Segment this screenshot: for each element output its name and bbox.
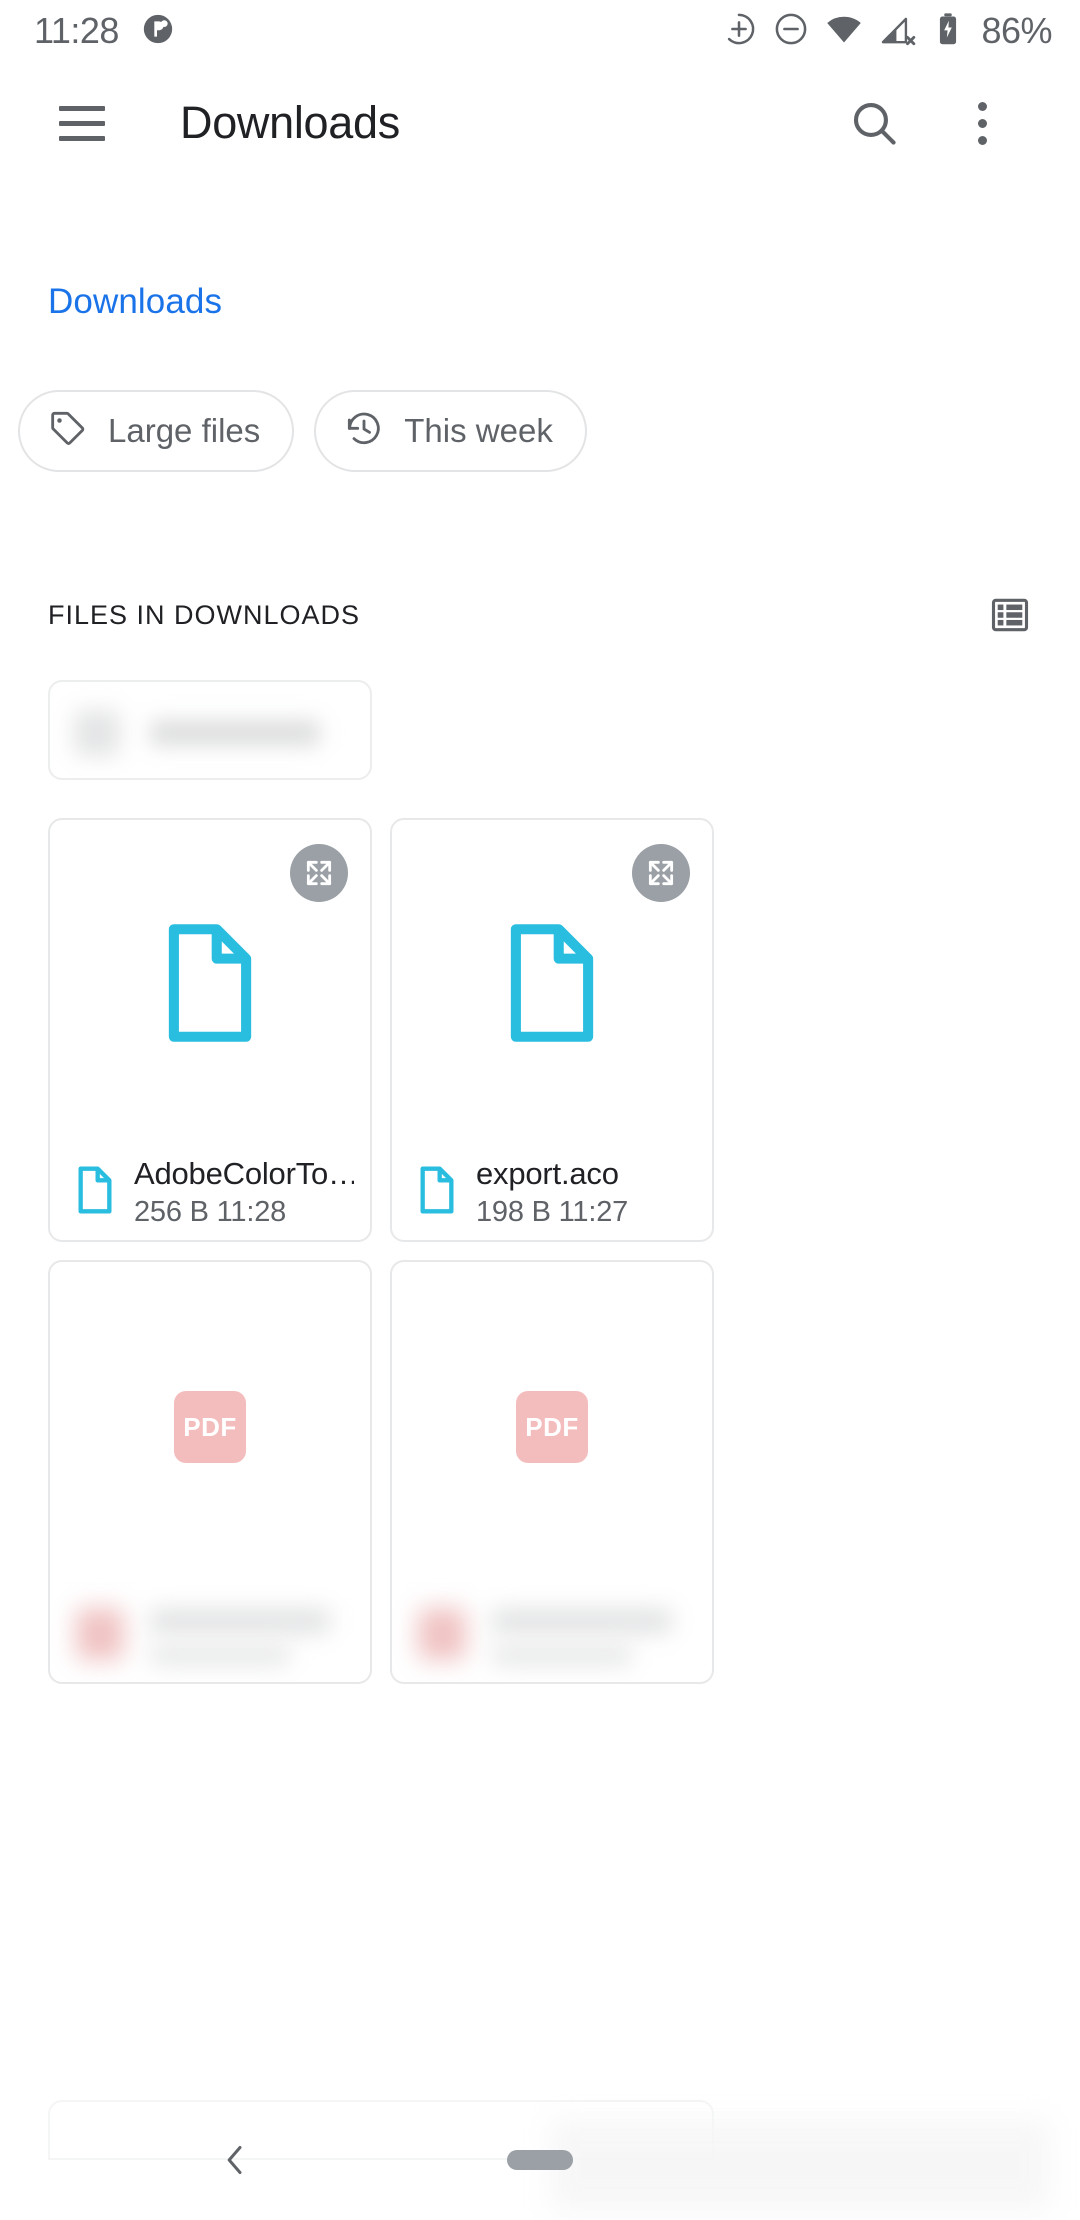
file-name: AdobeColorTo… <box>134 1155 354 1191</box>
status-bar-right: 86% <box>721 10 1052 53</box>
breadcrumb-current: Downloads <box>48 282 223 321</box>
redacted-file-name <box>150 1608 330 1634</box>
status-bar-left: 11:28 <box>34 10 175 52</box>
document-icon <box>74 1165 116 1220</box>
file-meta: 198 B 11:27 <box>476 1195 629 1228</box>
home-pill-icon[interactable] <box>507 2150 573 2170</box>
zoom-in-icon <box>721 11 757 52</box>
file-card[interactable]: AdobeColorTo… 256 B 11:28 <box>48 818 372 1242</box>
cellular-no-signal-icon <box>879 10 917 53</box>
file-card-footer <box>392 1586 712 1682</box>
redacted-list-item[interactable] <box>48 680 372 780</box>
document-icon <box>500 920 604 1051</box>
redacted-file-meta <box>150 1644 290 1666</box>
system-nav-bar <box>0 2102 1080 2220</box>
breadcrumb[interactable]: Downloads <box>48 282 222 322</box>
redacted-file-meta <box>492 1644 632 1666</box>
redacted-file-name <box>492 1608 672 1634</box>
section-title: FILES IN DOWNLOADS <box>48 599 361 630</box>
file-card[interactable]: export.aco 198 B 11:27 <box>390 818 714 1242</box>
section-header: FILES IN DOWNLOADS <box>0 578 1080 652</box>
file-card[interactable]: PDF <box>48 1260 372 1684</box>
file-thumbnail <box>50 820 370 1150</box>
file-thumbnail <box>392 820 712 1150</box>
list-view-icon[interactable] <box>984 589 1036 641</box>
file-card-footer <box>50 1586 370 1682</box>
document-icon <box>416 1165 458 1220</box>
file-grid-row: PDF PDF <box>48 1260 714 1684</box>
file-card-texts: export.aco 198 B 11:27 <box>476 1156 628 1229</box>
downloads-screen: 11:28 86% Downloads Downloads Large file… <box>0 0 1080 2220</box>
notification-app-icon <box>141 12 175 51</box>
file-card[interactable]: PDF <box>390 1260 714 1684</box>
zoom-out-icon <box>773 11 809 52</box>
file-card-footer: export.aco 198 B 11:27 <box>392 1144 712 1240</box>
chip-this-week-label: This week <box>404 412 553 449</box>
file-card-footer: AdobeColorTo… 256 B 11:28 <box>50 1144 370 1240</box>
chip-large-files[interactable]: Large files <box>18 390 295 472</box>
file-card-texts: AdobeColorTo… 256 B 11:28 <box>134 1156 354 1229</box>
back-chevron-icon[interactable] <box>205 2130 265 2190</box>
app-bar-actions <box>838 87 1046 159</box>
document-icon <box>158 920 262 1051</box>
redacted-file-icon <box>74 710 120 756</box>
chip-this-week[interactable]: This week <box>314 390 587 472</box>
filter-chips: Large files This week <box>18 390 587 472</box>
tag-icon <box>48 409 88 454</box>
file-name: export.aco <box>476 1155 619 1191</box>
battery-percent-label: 86% <box>981 10 1052 51</box>
hamburger-menu-icon[interactable] <box>50 91 114 155</box>
file-thumbnail: PDF <box>392 1262 712 1592</box>
file-thumbnail: PDF <box>50 1262 370 1592</box>
redacted-pdf-icon <box>418 1608 466 1660</box>
battery-charging-icon <box>933 12 963 51</box>
file-meta: 256 B 11:28 <box>134 1195 287 1228</box>
chip-large-files-label: Large files <box>108 412 261 449</box>
search-icon[interactable] <box>838 87 910 159</box>
redacted-pdf-icon <box>76 1608 124 1660</box>
file-grid: AdobeColorTo… 256 B 11:28 export.aco 198… <box>48 818 714 1702</box>
history-clock-icon <box>344 409 384 454</box>
file-grid-row: AdobeColorTo… 256 B 11:28 export.aco 198… <box>48 818 714 1242</box>
status-clock: 11:28 <box>34 10 119 51</box>
pdf-icon: PDF <box>174 1391 246 1463</box>
pdf-icon: PDF <box>516 1391 588 1463</box>
more-vertical-icon[interactable] <box>946 87 1018 159</box>
redacted-file-label <box>150 720 320 746</box>
wifi-icon <box>825 10 863 53</box>
page-title: Downloads <box>180 97 400 148</box>
status-bar: 11:28 86% <box>0 0 1080 62</box>
app-bar: Downloads <box>0 62 1080 184</box>
